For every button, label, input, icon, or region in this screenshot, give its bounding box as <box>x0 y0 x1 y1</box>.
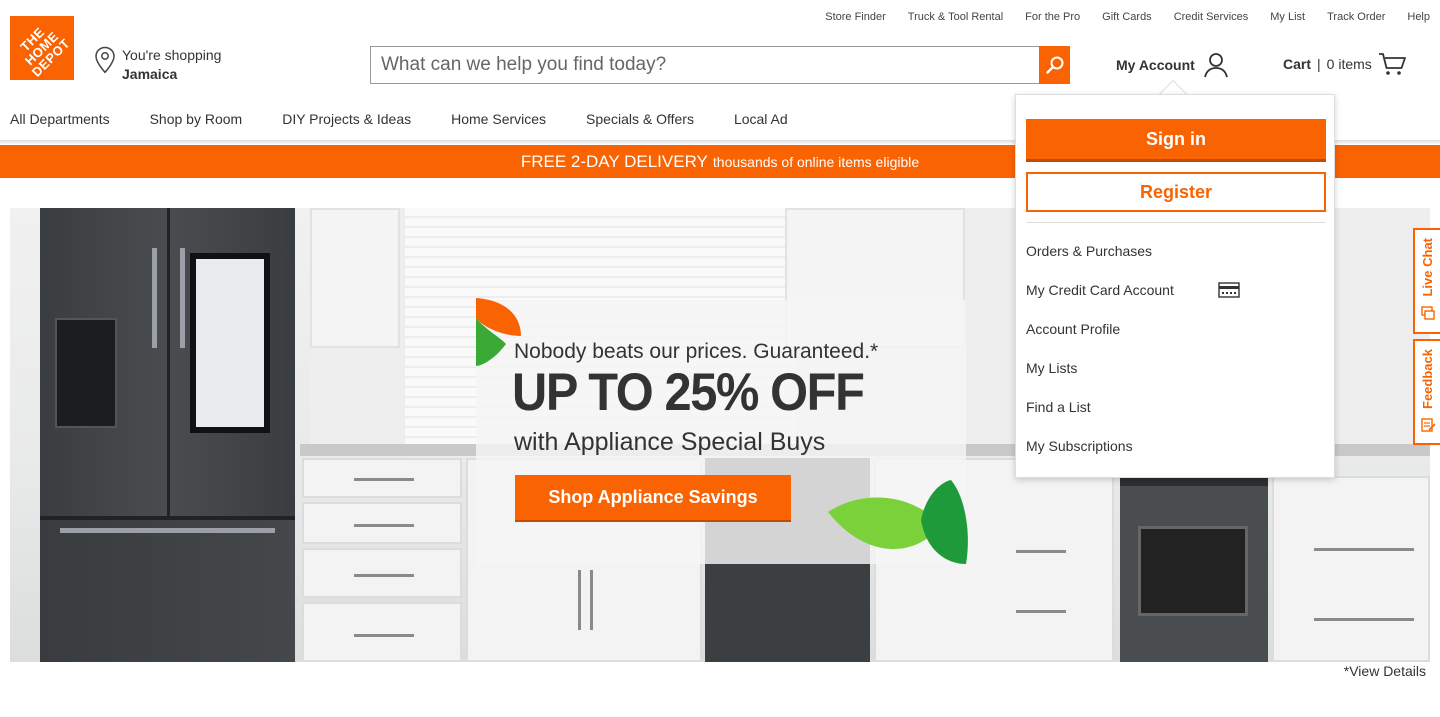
nav-specials-offers[interactable]: Specials & Offers <box>586 111 694 127</box>
search-bar <box>370 46 1070 84</box>
dropdown-divider <box>1026 222 1326 223</box>
logo-text: THE HOME DEPOT <box>17 23 74 80</box>
menu-item-label: Account Profile <box>1026 321 1121 337</box>
utility-link-my-list[interactable]: My List <box>1270 11 1305 23</box>
green-leaf-icon <box>828 480 968 564</box>
cart-label: Cart <box>1283 56 1312 72</box>
store-name: Jamaica <box>122 66 178 82</box>
utility-link-track-order[interactable]: Track Order <box>1327 11 1385 23</box>
hero-range <box>1120 476 1268 662</box>
menu-item-label: Orders & Purchases <box>1026 243 1153 259</box>
hero-drawer <box>302 458 462 498</box>
utility-link-store-finder[interactable]: Store Finder <box>825 11 886 23</box>
shop-appliance-savings-button[interactable]: Shop Appliance Savings <box>515 475 791 520</box>
menu-my-lists[interactable]: My Lists <box>1026 360 1240 399</box>
menu-orders-purchases[interactable]: Orders & Purchases <box>1026 243 1240 282</box>
utility-nav: Store Finder Truck & Tool Rental For the… <box>825 11 1430 23</box>
hero-drawer <box>302 548 462 598</box>
hero-upper-cabinet <box>310 208 400 348</box>
hero-cabinet <box>1272 476 1430 662</box>
cart-button[interactable]: Cart | 0 items <box>1283 52 1406 76</box>
hero-refrigerator <box>40 208 295 662</box>
sign-in-button[interactable]: Sign in <box>1026 119 1326 159</box>
utility-link-gift-cards[interactable]: Gift Cards <box>1102 11 1152 23</box>
main-nav: All Departments Shop by Room DIY Project… <box>10 111 788 127</box>
hero-subheadline: with Appliance Special Buys <box>514 428 826 456</box>
menu-item-label: Find a List <box>1026 399 1091 415</box>
home-depot-logo[interactable]: THE HOME DEPOT <box>10 16 74 80</box>
user-icon <box>1203 53 1228 78</box>
credit-card-icon <box>1218 282 1240 298</box>
search-icon <box>1045 56 1063 74</box>
live-chat-label: Live Chat <box>1420 238 1435 297</box>
menu-item-label: My Credit Card Account <box>1026 282 1174 298</box>
my-account-button[interactable]: My Account <box>1116 52 1229 78</box>
store-label: You're shopping <box>122 47 222 63</box>
promo-subtext: thousands of online items eligible <box>712 153 920 170</box>
utility-link-credit-services[interactable]: Credit Services <box>1174 11 1249 23</box>
feedback-tab[interactable]: Feedback <box>1413 339 1440 445</box>
menu-my-credit-card-account[interactable]: My Credit Card Account <box>1026 282 1240 321</box>
menu-item-label: My Lists <box>1026 360 1078 376</box>
account-menu: Orders & Purchases My Credit Card Accoun… <box>1026 243 1240 477</box>
cart-count: 0 items <box>1326 56 1372 72</box>
chat-icon <box>1420 305 1435 320</box>
utility-link-for-the-pro[interactable]: For the Pro <box>1025 11 1080 23</box>
feedback-label: Feedback <box>1420 349 1435 409</box>
hero-drawer <box>302 602 462 662</box>
feedback-icon <box>1420 418 1436 432</box>
view-details-link[interactable]: *View Details <box>1344 663 1426 679</box>
nav-shop-by-room[interactable]: Shop by Room <box>150 111 243 127</box>
cart-separator: | <box>1317 56 1321 72</box>
menu-find-a-list[interactable]: Find a List <box>1026 399 1240 438</box>
nav-home-services[interactable]: Home Services <box>451 111 546 127</box>
menu-item-label: My Subscriptions <box>1026 438 1133 454</box>
search-input[interactable] <box>370 46 1039 84</box>
location-pin-icon <box>95 46 115 74</box>
search-button[interactable] <box>1039 46 1070 84</box>
nav-all-departments[interactable]: All Departments <box>10 111 110 127</box>
utility-link-help[interactable]: Help <box>1407 11 1430 23</box>
live-chat-tab[interactable]: Live Chat <box>1413 228 1440 334</box>
register-button[interactable]: Register <box>1026 172 1326 212</box>
menu-account-profile[interactable]: Account Profile <box>1026 321 1240 360</box>
utility-link-truck-tool-rental[interactable]: Truck & Tool Rental <box>908 11 1003 23</box>
my-account-label: My Account <box>1116 57 1195 73</box>
store-selector[interactable]: You're shopping Jamaica <box>94 46 221 84</box>
promo-headline: FREE 2-DAY DELIVERY <box>520 151 708 171</box>
nav-local-ad[interactable]: Local Ad <box>734 111 788 127</box>
account-dropdown: Sign in Register Orders & Purchases My C… <box>1015 94 1335 478</box>
hero-offer-panel: Nobody beats our prices. Guaranteed.* UP… <box>476 298 968 564</box>
cart-icon <box>1378 53 1406 75</box>
menu-my-subscriptions[interactable]: My Subscriptions <box>1026 438 1240 477</box>
hero-drawer <box>302 502 462 544</box>
nav-diy-projects[interactable]: DIY Projects & Ideas <box>282 111 411 127</box>
hero-tagline: Nobody beats our prices. Guaranteed.* <box>514 340 879 363</box>
hero-headline: UP TO 25% OFF <box>512 363 865 422</box>
